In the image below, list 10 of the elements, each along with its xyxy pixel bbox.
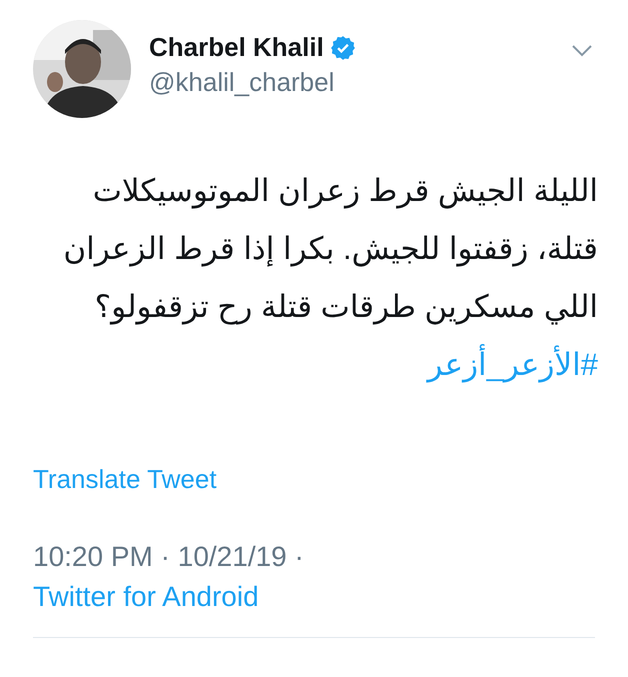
tweet-text: الليلة الجيش قرط زعران الموتوسيكلات قتلة، زقفتوا للجيش. بكرا إذا قرط الزعران اللي مسكرين طرقات قتلة رح تزقفولو؟ #الأزعر_أزعر bbox=[62, 172, 598, 385]
chevron-down-icon[interactable] bbox=[571, 44, 593, 58]
author-name: Charbel Khalil bbox=[149, 32, 324, 63]
source-link[interactable]: Twitter for Android bbox=[33, 581, 259, 612]
separator-dot: · bbox=[294, 541, 304, 572]
tweet-time: 10:20 PM bbox=[33, 541, 153, 572]
translate-link[interactable]: Translate Tweet bbox=[33, 464, 217, 495]
author-handle: @khalil_charbel bbox=[149, 67, 336, 98]
separator-dot: · bbox=[160, 541, 170, 572]
tweet-date: 10/21/19 bbox=[178, 541, 287, 572]
